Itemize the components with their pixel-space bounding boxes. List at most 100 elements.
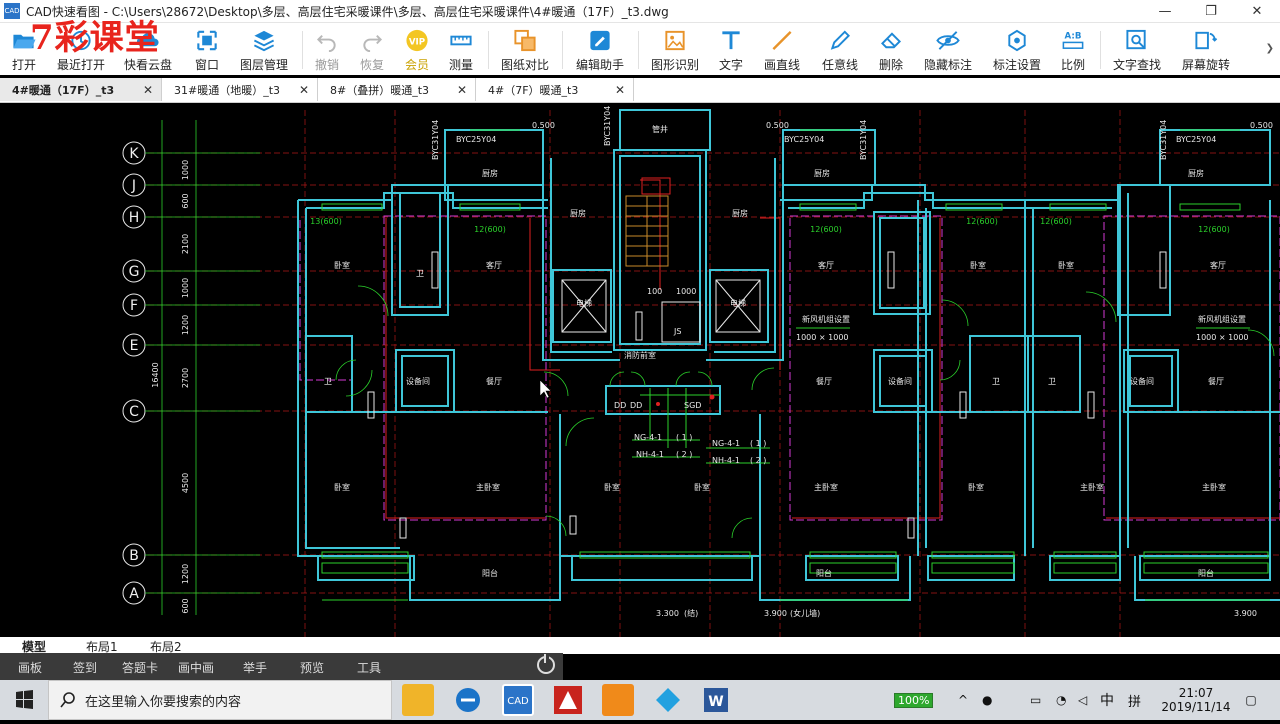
room-bath-4: 卫 [1048,377,1056,386]
vent-label-2: 新风机组设置 [1198,314,1246,324]
compare-button[interactable]: 图纸对比 [498,25,552,73]
raise-hand-button[interactable]: 举手 [243,659,267,676]
redo-button[interactable]: 恢复 [357,25,387,73]
elev-0500-c: 0.500 [1250,121,1273,130]
room-dumb-1: 设备间 [406,376,430,386]
search-placeholder: 在这里输入你要搜索的内容 [85,694,242,710]
windows-taskbar: 在这里输入你要搜索的内容 CAD W 100% ^ ● ▭ ◔ ◁ 中 拼 21… [0,680,1280,720]
ime-mode[interactable]: 拼 [1128,680,1141,720]
recent-label: 最近打开 [56,58,105,72]
whiteboard-button[interactable]: 画板 [18,659,42,676]
dim-2100: 2100 [181,234,190,254]
dim-settings-button[interactable]: 标注设置 [990,25,1044,73]
byc-label-mid: BYC25Y04 [784,135,824,144]
room-bath-3: 卫 [992,377,1000,386]
window-button[interactable]: 窗口 [190,25,224,73]
room-bedroom-3: 卧室 [604,482,620,492]
autocad-icon[interactable] [552,684,584,716]
document-tabs: 4#暖通（17F）_t3 ✕ 31#暖通（地暖）_t3 ✕ 8#（叠拼）暖通_t… [0,78,1280,103]
app-blue-circle-icon[interactable] [452,684,484,716]
cloud-label: 快看云盘 [123,58,172,72]
dim-2700: 2700 [181,368,190,388]
tab-4-7f-nuantong[interactable]: 4#（7F）暖通_t3 ✕ [476,78,634,101]
volume-icon[interactable]: ◁ [1078,680,1087,720]
cad-app-icon[interactable]: CAD [502,684,534,716]
preview-button[interactable]: 预览 [300,659,324,676]
diamond-app-icon[interactable] [652,684,684,716]
orange-app-icon[interactable] [602,684,634,716]
text-label: 文字 [718,58,743,72]
room-kitchen-3: 厨房 [482,168,498,178]
main-toolbar: 打开 最近打开 快看云盘 窗口 图层管理 撤销 恢复 VIP 会员 测量 图纸对… [0,23,1280,75]
dim-1000: 1000 [181,160,190,180]
battery-indicator[interactable]: 100% [894,680,934,720]
tab-close-icon[interactable]: ✕ [615,83,625,97]
text-button[interactable]: 文字 [716,25,746,73]
shape-recog-label: 图形识别 [650,58,699,72]
close-button[interactable]: ✕ [1234,0,1280,22]
image-recog-icon [665,30,685,51]
taskbar-search-box[interactable]: 在这里输入你要搜索的内容 [48,680,392,720]
svg-text:A:B: A:B [1065,32,1082,42]
cad-drawing-canvas[interactable]: K J H G F E C B A 1000 600 2100 1000 120… [0,103,1280,637]
rotate-button[interactable]: 屏幕旋转 [1178,25,1234,73]
dim-100: 100 [647,287,662,296]
power-icon[interactable] [537,654,555,674]
ime-language[interactable]: 中 [1100,680,1114,720]
sign-in-button[interactable]: 签到 [73,659,97,676]
freeline-button[interactable]: 任意线 [820,25,860,73]
scale-button[interactable]: A:B 比例 [1058,25,1088,73]
start-button[interactable] [0,680,48,720]
edit-assist-button[interactable]: 编辑助手 [572,25,628,73]
clock[interactable]: 21:07 2019/11/14 [1156,680,1236,720]
clock-date: 2019/11/14 [1161,700,1231,714]
room-dumb-3: 设备间 [1130,376,1154,386]
toolbar-overflow-icon[interactable]: ❯ [1266,43,1274,54]
n-label-2: ( 2 ) [676,450,692,459]
delete-button[interactable]: 删除 [876,25,906,73]
chevron-up-icon[interactable]: ^ [958,680,968,720]
hide-dim-button[interactable]: 隐藏标注 [920,25,976,73]
word-app-icon[interactable]: W [700,684,732,716]
ng-label-1: NG-4-1 [634,433,662,442]
room-living-1: 客厅 [486,260,502,270]
load-label-4: 12(600) [966,217,998,226]
keyboard-icon[interactable]: ▭ [1030,680,1041,720]
tab-close-icon[interactable]: ✕ [143,83,153,97]
undo-button[interactable]: 撤销 [312,25,342,73]
load-label-6: 12(600) [1198,225,1230,234]
layers-button[interactable]: 图层管理 [236,25,292,73]
microphone-icon[interactable]: ● [982,680,992,720]
shape-recog-button[interactable]: 图形识别 [648,25,702,73]
notification-icon[interactable]: ▢ [1236,680,1266,720]
measure-button[interactable]: 测量 [446,25,476,73]
text-search-button[interactable]: 文字查找 [1110,25,1164,73]
elev-3900-b: 3.900 [1234,609,1257,618]
answer-card-button[interactable]: 答题卡 [122,659,158,676]
classroom-floating-toolbar: 画板 签到 答题卡 画中画 举手 预览 工具 [0,653,563,680]
room-kitchen-1: 厨房 [570,208,586,218]
tab-8-diepin-nuantong[interactable]: 8#（叠拼）暖通_t3 ✕ [318,78,476,101]
scale-label: 比例 [1060,58,1085,72]
tab-close-icon[interactable]: ✕ [299,83,309,97]
room-balcony-3: 阳台 [1198,568,1214,578]
layers-icon [253,30,275,52]
line-button[interactable]: 画直线 [762,25,802,73]
picture-in-picture-button[interactable]: 画中画 [178,659,214,676]
restore-button[interactable]: ❐ [1188,0,1234,22]
room-kitchen-2: 厨房 [732,208,748,218]
tools-button[interactable]: 工具 [357,659,381,676]
tab-close-icon[interactable]: ✕ [457,83,467,97]
file-explorer-icon[interactable] [402,684,434,716]
compare-label: 图纸对比 [500,58,549,72]
wifi-icon[interactable]: ◔ [1056,680,1066,720]
tab-label: 4#（7F）暖通_t3 [488,83,579,97]
tab-31-nuantong-diwarm[interactable]: 31#暖通（地暖）_t3 ✕ [162,78,318,101]
minimize-button[interactable]: — [1142,0,1188,22]
diamond-icon [656,688,680,712]
windows-logo-icon [16,690,33,709]
vip-button[interactable]: VIP 会员 [402,25,432,73]
room-dining-3: 餐厅 [1208,377,1224,386]
elev-3300: 3.300 [656,609,679,618]
tab-4-nuantong-17f[interactable]: 4#暖通（17F）_t3 ✕ [0,78,162,101]
